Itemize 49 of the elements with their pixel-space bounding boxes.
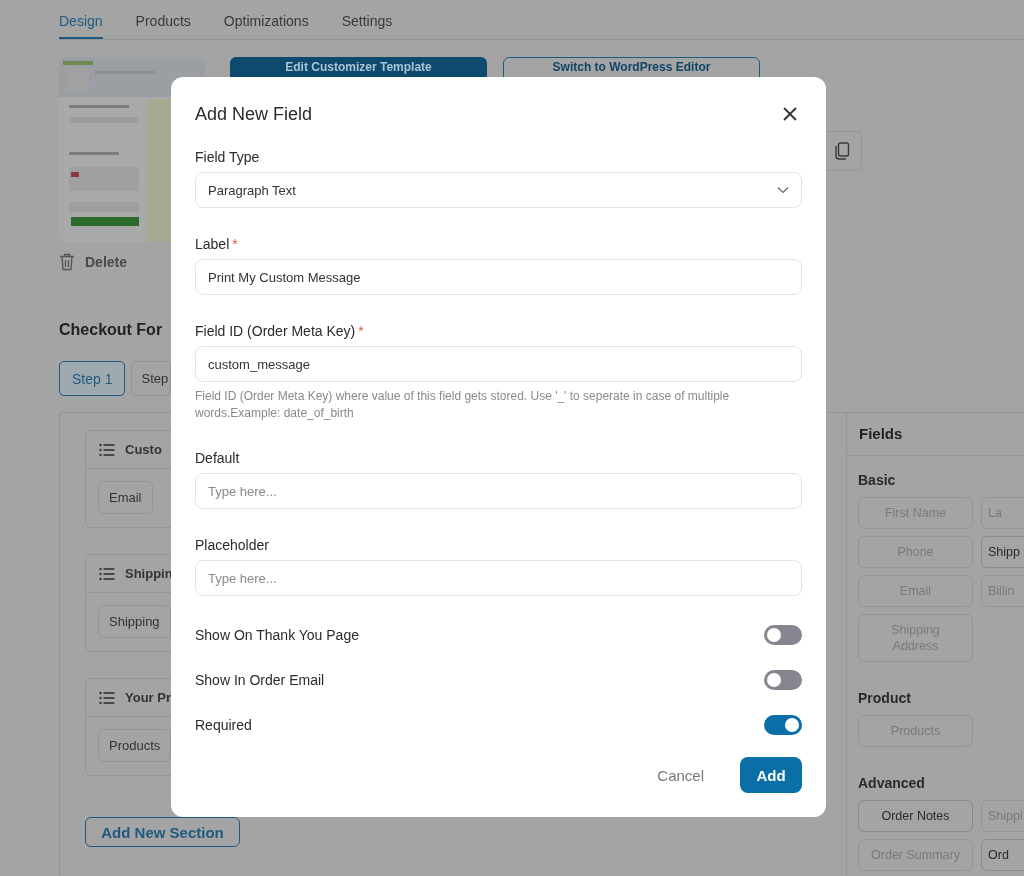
input-field[interactable]: Print My Custom Message (195, 259, 802, 295)
panel-title: Fields (847, 413, 1024, 456)
section-title: Your Pr (125, 690, 171, 705)
help-text: Field ID (Order Meta Key) where value of this field gets stored. Use '_' to seperate in case of multiple words.Example: date_of_birth (195, 388, 731, 422)
dialog-title: Add New Field (195, 103, 313, 126)
toggle-label: Show In Order Email (195, 672, 325, 688)
tab[interactable]: Settings (341, 0, 393, 39)
toggle-switch[interactable] (764, 670, 802, 690)
group-title: Basic (858, 472, 897, 488)
delete-link[interactable]: Delete (85, 254, 128, 270)
tab[interactable]: Optimizations (223, 0, 309, 39)
field-label: Default (195, 450, 240, 466)
toggle-switch[interactable] (764, 625, 802, 645)
toggle-label: Show On Thank You Page (195, 627, 359, 643)
toggle-switch[interactable] (764, 715, 802, 735)
group-title: Advanced (858, 775, 926, 791)
select-field[interactable]: Paragraph Text (195, 172, 802, 208)
toggle-label: Required (195, 717, 252, 733)
cancel-button[interactable]: Cancel (643, 757, 718, 793)
trash-icon[interactable] (59, 253, 75, 271)
field-chip[interactable]: Shipping (98, 605, 171, 638)
required-mark: * (232, 236, 238, 252)
field-label: Field ID (Order Meta Key) (195, 323, 356, 339)
list-icon[interactable] (99, 442, 115, 457)
copy-icon (834, 142, 850, 160)
chevron-down-icon (777, 186, 789, 194)
section-title: Custo (125, 442, 162, 457)
section-title: Shippin (125, 566, 173, 581)
input-field[interactable]: Type here... (195, 560, 802, 596)
list-icon[interactable] (99, 566, 115, 581)
field-label: Field Type (195, 149, 260, 165)
step-tab[interactable]: Step 1 (59, 361, 126, 396)
tab[interactable]: Design (59, 0, 103, 39)
group-title: Product (858, 690, 912, 706)
add-button[interactable]: Add (740, 757, 802, 793)
close-icon (782, 106, 798, 122)
tab[interactable]: Products (135, 0, 191, 39)
list-icon[interactable] (99, 690, 115, 705)
field-label: Placeholder (195, 537, 269, 553)
field-chip[interactable]: Shipp (981, 536, 1024, 568)
close-button[interactable] (782, 106, 798, 122)
field-chip[interactable]: Email (98, 481, 153, 514)
field-chip[interactable]: Order Notes (858, 800, 973, 832)
input-field[interactable]: custom_message (195, 346, 802, 382)
required-mark: * (358, 323, 364, 339)
input-field[interactable]: Type here... (195, 473, 802, 509)
field-label: Label (195, 236, 230, 252)
section-heading: Checkout For (59, 320, 164, 340)
field-chip[interactable]: Ord (981, 839, 1024, 871)
